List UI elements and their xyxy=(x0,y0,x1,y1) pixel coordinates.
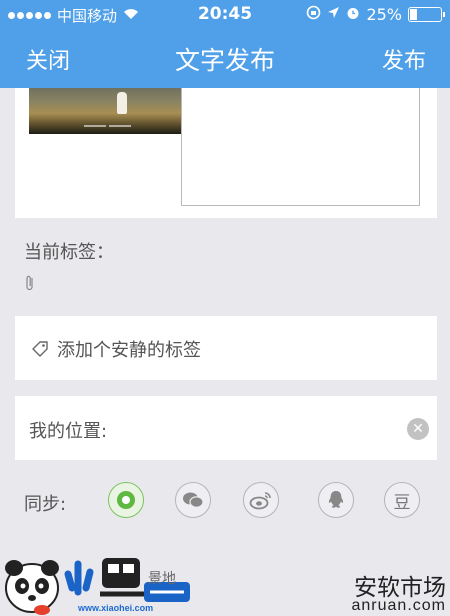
watermark-store-domain: anruan.com xyxy=(351,597,446,614)
location-label: 我的位置: xyxy=(29,421,108,442)
add-tag-label: 添加个安静的标签 xyxy=(57,340,201,361)
sync-wechat-button[interactable] xyxy=(175,482,211,518)
status-right: 25% xyxy=(306,5,445,24)
battery-icon xyxy=(408,7,445,22)
photo-figure xyxy=(117,92,127,114)
sync-weibo-button[interactable] xyxy=(243,482,279,518)
qq-icon xyxy=(328,491,344,508)
sync-douban-button[interactable]: 豆 xyxy=(384,482,420,518)
nav-bar: 关闭 文字发布 发布 xyxy=(0,30,450,88)
tag-icon xyxy=(32,341,48,357)
moments-icon xyxy=(117,491,135,509)
add-tag-field[interactable]: 添加个安静的标签 xyxy=(15,316,437,380)
paperclip-icon xyxy=(26,275,33,291)
wechat-icon xyxy=(183,492,204,508)
post-content-card xyxy=(15,88,437,218)
alarm-icon xyxy=(346,6,360,24)
attached-photo[interactable] xyxy=(29,88,185,134)
sync-qq-button[interactable] xyxy=(318,482,354,518)
publish-button[interactable]: 发布 xyxy=(382,43,426,75)
watermark-site-url: www.xiaohei.com xyxy=(78,603,154,613)
sync-label: 同步: xyxy=(24,494,67,515)
clear-location-icon[interactable]: ✕ xyxy=(407,418,429,440)
weibo-icon xyxy=(249,492,271,510)
post-text-area[interactable] xyxy=(181,88,420,206)
sync-moments-button[interactable] xyxy=(108,482,144,518)
location-arrow-icon xyxy=(327,6,340,23)
battery-fill xyxy=(410,9,417,20)
photo-caption-strip xyxy=(29,121,185,131)
rotation-lock-icon xyxy=(306,5,321,24)
location-field[interactable]: 我的位置: ✕ xyxy=(15,396,437,460)
status-bar: 中国移动 20:45 25% xyxy=(0,0,450,30)
watermark-residual-text: 景地 xyxy=(148,571,176,587)
current-tags-label: 当前标签： xyxy=(24,242,114,263)
battery-percentage: 25% xyxy=(366,5,402,24)
